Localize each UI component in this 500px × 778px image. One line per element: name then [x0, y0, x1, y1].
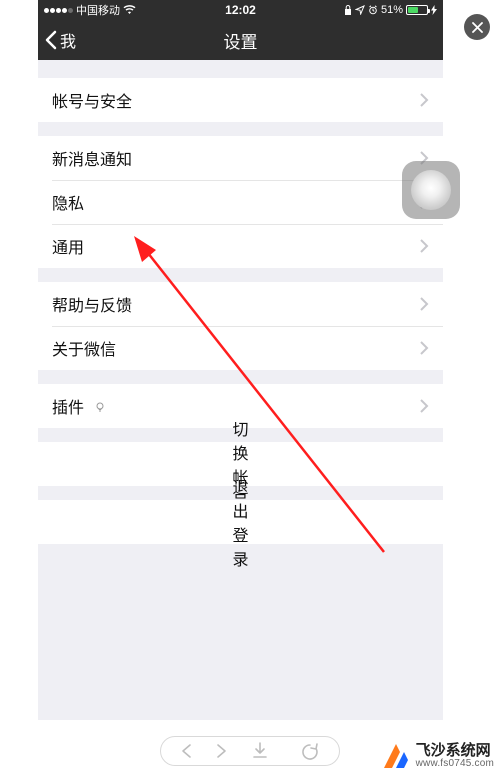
bulb-icon: [94, 401, 106, 413]
watermark-logo-icon: [380, 740, 412, 772]
cell-label: 新消息通知: [52, 146, 420, 170]
nav-bar: 我 设置: [38, 20, 443, 60]
cell-label: 隐私: [52, 190, 420, 214]
location-icon: [355, 5, 365, 15]
phone-screen: 中国移动 12:02 51%: [38, 0, 443, 720]
signal-dots-icon: [44, 8, 73, 13]
cell-notifications[interactable]: 新消息通知: [38, 136, 443, 180]
watermark-title: 飞沙系统网: [416, 743, 494, 759]
viewer-toolbar: [160, 736, 340, 766]
lock-icon: [344, 5, 352, 15]
cell-label: 帐号与安全: [52, 88, 420, 112]
chevron-right-icon: [420, 93, 429, 107]
cell-account-security[interactable]: 帐号与安全: [38, 78, 443, 122]
cell-help[interactable]: 帮助与反馈: [38, 282, 443, 326]
close-icon: [472, 22, 483, 33]
cell-logout[interactable]: 退出登录: [38, 500, 443, 544]
status-bar: 中国移动 12:02 51%: [38, 0, 443, 20]
alarm-icon: [368, 5, 378, 15]
cell-privacy[interactable]: 隐私: [38, 180, 443, 224]
cell-label: 帮助与反馈: [52, 292, 420, 316]
cell-general[interactable]: 通用: [38, 224, 443, 268]
chevron-right-icon: [420, 297, 429, 311]
clock-label: 12:02: [225, 3, 256, 17]
chevron-left-icon: [44, 30, 58, 50]
charging-icon: [431, 5, 437, 15]
battery-icon: [406, 5, 428, 15]
cell-label: 退出登录: [232, 474, 248, 570]
back-label: 我: [60, 28, 76, 52]
watermark: 飞沙系统网 www.fs0745.com: [380, 740, 494, 772]
cell-label: 插件: [52, 394, 420, 418]
assistive-touch-button[interactable]: [402, 161, 460, 219]
carrier-label: 中国移动: [76, 2, 120, 18]
assistive-touch-icon: [411, 170, 451, 210]
page-title: 设置: [224, 28, 258, 53]
chevron-right-icon: [420, 239, 429, 253]
settings-group: 帮助与反馈 关于微信: [38, 282, 443, 370]
battery-pct-label: 51%: [381, 4, 403, 16]
chevron-right-icon: [420, 399, 429, 413]
cell-about[interactable]: 关于微信: [38, 326, 443, 370]
watermark-subtitle: www.fs0745.com: [416, 759, 494, 770]
cell-label: 关于微信: [52, 336, 420, 360]
cell-label: 通用: [52, 234, 420, 258]
settings-group: 帐号与安全: [38, 78, 443, 122]
settings-group: 退出登录: [38, 500, 443, 544]
chevron-right-icon: [420, 341, 429, 355]
settings-list: 帐号与安全 新消息通知 隐私: [38, 78, 443, 544]
settings-group: 新消息通知 隐私 通用: [38, 136, 443, 268]
close-button[interactable]: [464, 14, 490, 40]
back-button[interactable]: 我: [44, 20, 76, 60]
wifi-icon: [123, 5, 136, 15]
